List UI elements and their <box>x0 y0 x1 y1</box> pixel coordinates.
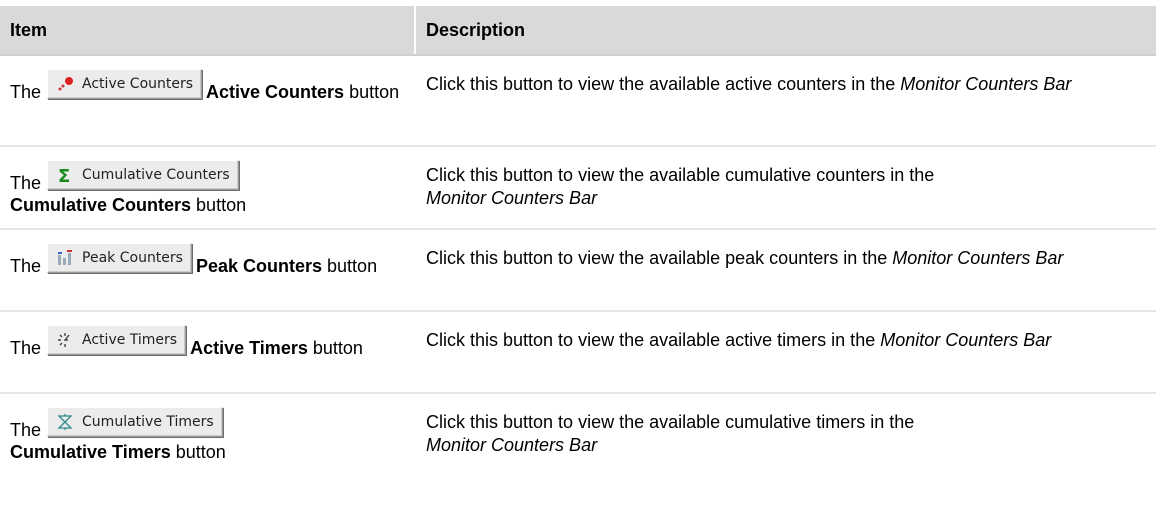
table-row: The Active Counters Active Counters button… <box>0 56 1156 147</box>
table-row: The Peak Counters Peak Counters button Cli… <box>0 230 1156 312</box>
header-item: Item <box>0 6 416 54</box>
item-cell: The Active Timers Active Timers button <box>0 312 416 392</box>
cumulative-counters-button[interactable]: Σ Cumulative Counters <box>47 160 239 190</box>
table-header: Item Description <box>0 6 1156 56</box>
item-cell: The Peak Counters Peak Counters button <box>0 230 416 310</box>
table-row: The Active Timers Active Timers button Cli… <box>0 312 1156 394</box>
item-name: Active Counters <box>206 82 345 102</box>
cumulative-timers-icon <box>57 414 73 430</box>
active-counters-button[interactable]: Active Counters <box>47 69 203 99</box>
item-prefix: The <box>10 338 42 358</box>
active-timers-icon <box>58 333 70 347</box>
item-suffix: button <box>312 338 363 358</box>
description-italic: Monitor Counters Bar <box>426 435 598 455</box>
description-italic: Monitor Counters Bar <box>426 188 598 208</box>
item-prefix: The <box>10 256 42 276</box>
description-cell: Click this button to view the available … <box>416 394 1156 473</box>
button-label: Cumulative Timers <box>82 414 214 430</box>
description-text: Click this button to view the available … <box>426 412 915 432</box>
item-name: Cumulative Counters <box>10 195 192 215</box>
description-text: Click this button to view the available … <box>426 330 876 350</box>
description-text: Click this button to view the available … <box>426 248 888 268</box>
item-cell: The Cumulative Timers Cumulative Timers bu… <box>0 394 416 473</box>
active-timers-button[interactable]: Active Timers <box>47 325 187 355</box>
item-suffix: button <box>349 82 400 102</box>
description-italic: Monitor Counters Bar <box>880 330 1052 350</box>
items-table: Item Description The Active Counters Activ… <box>0 6 1156 473</box>
description-italic: Monitor Counters Bar <box>900 74 1072 94</box>
description-cell: Click this button to view the available … <box>416 147 1156 228</box>
item-name: Active Timers <box>190 338 308 358</box>
item-suffix: button <box>196 195 247 215</box>
description-italic: Monitor Counters Bar <box>892 248 1064 268</box>
peak-counters-icon <box>58 250 73 265</box>
peak-counters-button[interactable]: Peak Counters <box>47 243 192 273</box>
button-label: Peak Counters <box>82 250 183 266</box>
item-prefix: The <box>10 420 42 440</box>
item-prefix: The <box>10 82 42 102</box>
item-cell: The Σ Cumulative Counters Cumulative Counte… <box>0 147 416 228</box>
sigma-icon: Σ <box>58 166 70 184</box>
cumulative-timers-button[interactable]: Cumulative Timers <box>47 407 223 437</box>
item-name: Cumulative Timers <box>10 442 171 462</box>
item-suffix: button <box>327 256 378 276</box>
description-cell: Click this button to view the available … <box>416 230 1156 310</box>
table-row: The Cumulative Timers Cumulative Timers bu… <box>0 394 1156 473</box>
header-description: Description <box>426 20 526 40</box>
item-name: Peak Counters <box>195 256 323 276</box>
item-prefix: The <box>10 173 42 193</box>
button-label: Active Counters <box>82 76 194 92</box>
item-cell: The Active Counters Active Counters button <box>0 56 416 145</box>
button-label: Active Timers <box>82 332 178 348</box>
description-text: Click this button to view the available … <box>426 165 935 185</box>
description-cell: Click this button to view the available … <box>416 312 1156 392</box>
item-suffix: button <box>175 442 226 462</box>
description-text: Click this button to view the available … <box>426 74 896 94</box>
description-cell: Click this button to view the available … <box>416 56 1156 145</box>
table-row: The Σ Cumulative Counters Cumulative Counte… <box>0 147 1156 230</box>
svg-text:Σ: Σ <box>58 166 70 184</box>
button-label: Cumulative Counters <box>82 167 230 183</box>
active-counters-icon <box>58 77 74 91</box>
